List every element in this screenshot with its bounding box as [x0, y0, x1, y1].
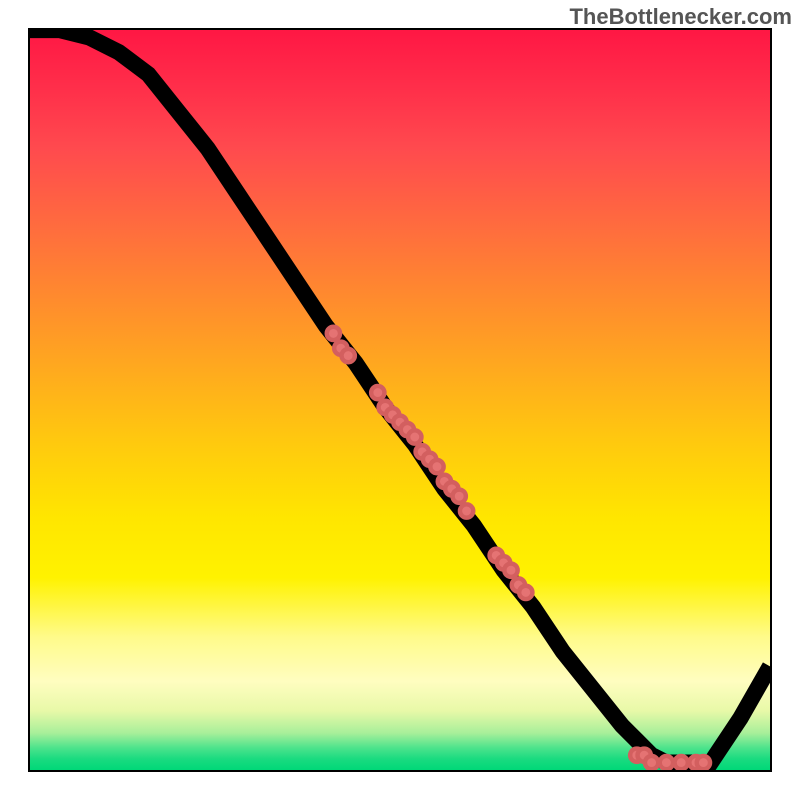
data-point [697, 756, 710, 769]
data-point [460, 504, 473, 517]
data-point [675, 756, 688, 769]
data-point [408, 430, 421, 443]
bottleneck-curve [30, 30, 770, 763]
plot-area [28, 28, 772, 772]
data-point [371, 386, 384, 399]
data-point [342, 349, 355, 362]
scatter-points [327, 327, 710, 770]
data-point [430, 460, 443, 473]
watermark-text: TheBottlenecker.com [569, 4, 792, 30]
chart-container: TheBottlenecker.com [0, 0, 800, 800]
data-point [660, 756, 673, 769]
data-point [453, 490, 466, 503]
data-point [327, 327, 340, 340]
data-point [504, 564, 517, 577]
chart-svg [30, 30, 770, 770]
data-point [519, 586, 532, 599]
data-point [645, 756, 658, 769]
